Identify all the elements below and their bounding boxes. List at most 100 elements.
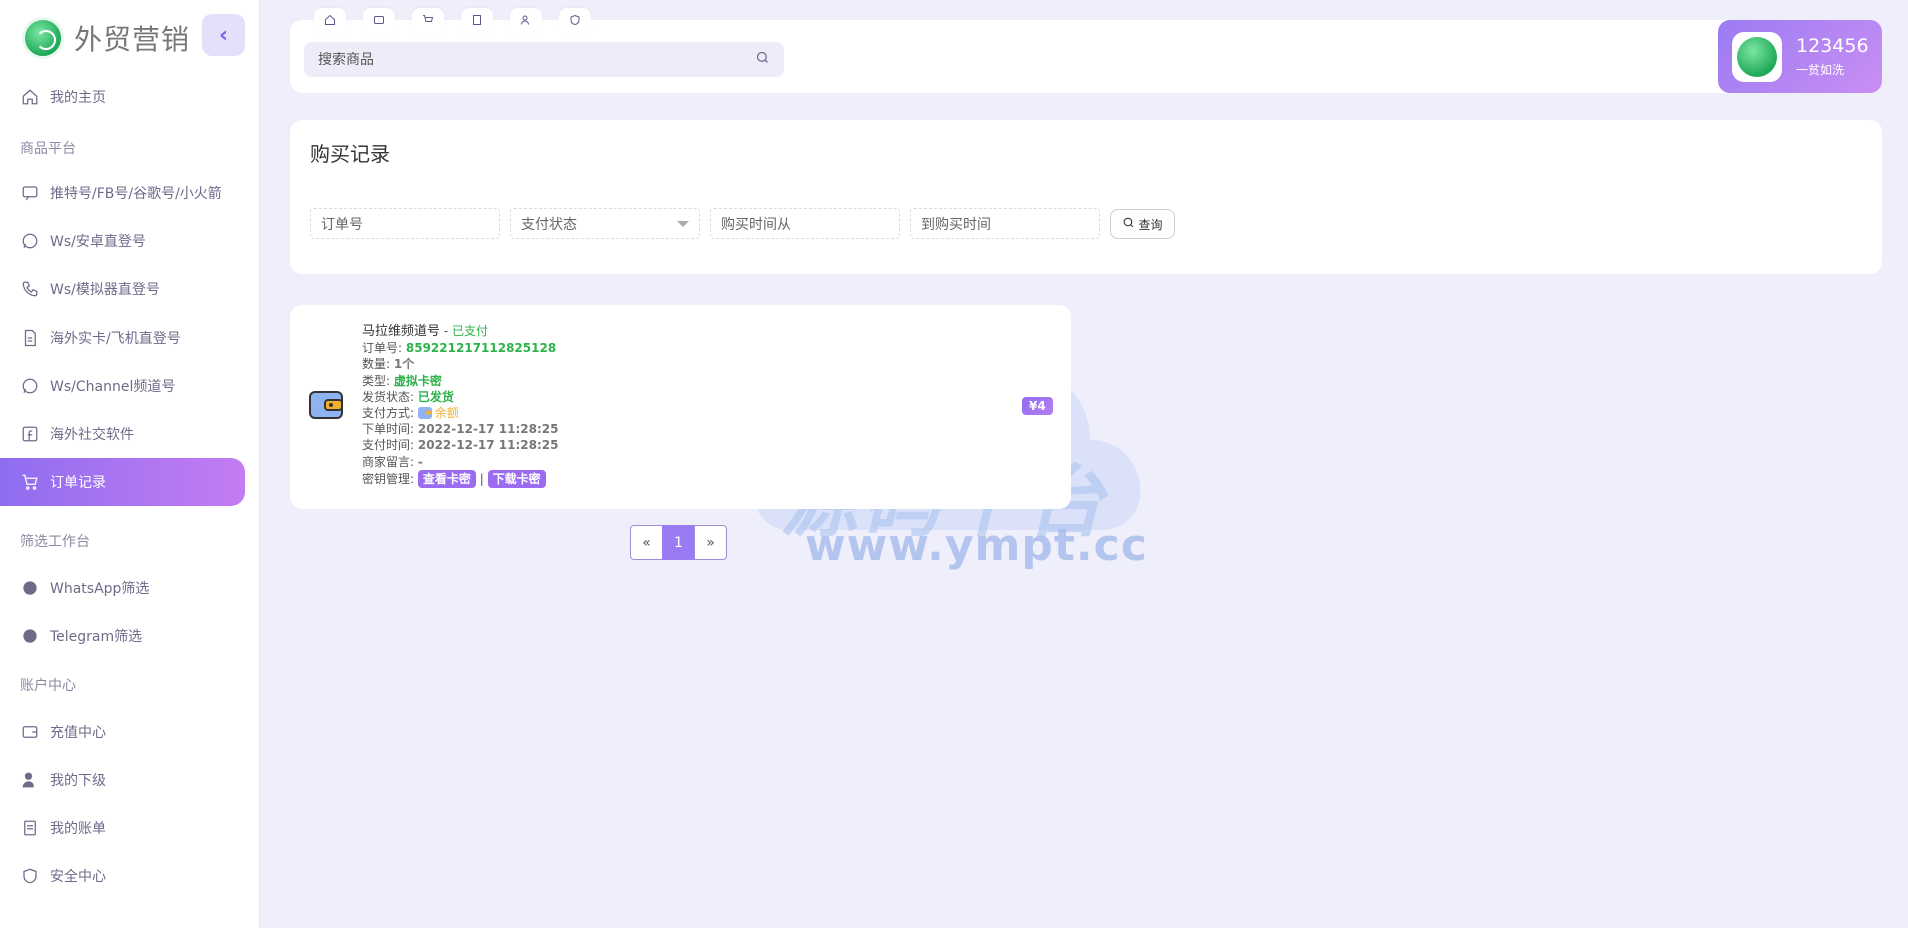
search-icon xyxy=(1122,216,1138,232)
whatsapp-icon xyxy=(20,376,40,396)
sidebar-item-recharge[interactable]: 充值中心 xyxy=(0,708,245,756)
order-card: 马拉维频道号 - 已支付 订单号: 859221217112825128 数量:… xyxy=(290,305,1071,509)
sidebar-item-label: 我的主页 xyxy=(50,90,106,106)
order-no-label: 订单号: xyxy=(362,341,403,356)
product-name: 马拉维频道号 xyxy=(362,324,441,339)
wallet-icon xyxy=(373,11,385,30)
section-account-center: 账户中心 xyxy=(20,678,76,694)
records-card: 购买记录 订单号 支付状态 购买时间从 到购买时间 查询 xyxy=(290,120,1882,274)
pay-method: 余额 xyxy=(434,406,459,421)
home-icon xyxy=(324,11,336,30)
whatsapp-icon xyxy=(20,231,40,251)
logo-icon xyxy=(22,17,64,59)
sidebar-item-security[interactable]: 安全中心 xyxy=(0,852,245,900)
ship-status: 已发货 xyxy=(417,389,454,404)
collapse-sidebar-button[interactable]: ‹ xyxy=(202,14,245,56)
sidebar-item-label: Ws/安卓直登号 xyxy=(50,234,146,250)
separator: - xyxy=(440,324,452,338)
message-icon xyxy=(20,183,40,203)
quick-tab-document[interactable] xyxy=(461,8,493,32)
sidebar-item-ws-android[interactable]: Ws/安卓直登号 xyxy=(0,217,245,265)
search-input[interactable] xyxy=(318,51,755,68)
sidebar: 外贸营销 ‹ 我的主页 商品平台 推特号/FB号/谷歌号/小火箭 Ws/安卓直登… xyxy=(0,0,260,928)
user-star-icon xyxy=(20,770,40,790)
status-badge: 已支付 xyxy=(451,324,488,338)
facebook-icon xyxy=(20,424,40,444)
sidebar-item-subordinates[interactable]: 我的下级 xyxy=(0,756,245,804)
query-label: 查询 xyxy=(1138,217,1163,232)
ship-label: 发货状态: xyxy=(362,389,415,404)
quick-tab-user[interactable] xyxy=(510,8,542,32)
sidebar-item-label: 海外社交软件 xyxy=(50,427,134,443)
sidebar-item-orders[interactable]: 订单记录 xyxy=(0,458,245,506)
pay-time-label: 支付时间: xyxy=(362,438,415,453)
search-bar xyxy=(304,42,784,77)
page-title: 购买记录 xyxy=(310,142,390,166)
brand[interactable]: 外贸营销 xyxy=(22,16,190,60)
avatar xyxy=(1732,31,1782,82)
sidebar-item-label: 海外实卡/飞机直登号 xyxy=(50,331,181,347)
pagination: « 1 » xyxy=(630,525,727,560)
next-page-button[interactable]: » xyxy=(694,525,727,560)
pipe-separator: | xyxy=(479,471,484,486)
price-badge: ¥4 xyxy=(1022,397,1053,415)
quick-tab-wallet[interactable] xyxy=(363,8,395,32)
user-star-icon xyxy=(520,11,532,30)
wallet-icon xyxy=(20,722,40,742)
quick-tab-shield[interactable] xyxy=(559,8,591,32)
sidebar-item-label: 安全中心 xyxy=(50,869,106,885)
view-key-button[interactable]: 查看卡密 xyxy=(417,469,476,488)
prev-page-button[interactable]: « xyxy=(630,525,663,560)
sidebar-item-social-software[interactable]: 海外社交软件 xyxy=(0,410,245,458)
watermark-url: www.ympt.cc xyxy=(805,520,1148,571)
note: - xyxy=(417,454,423,469)
sidebar-item-sim-cards[interactable]: 海外实卡/飞机直登号 xyxy=(0,314,245,362)
sidebar-item-whatsapp-filter[interactable]: WhatsApp筛选 xyxy=(0,564,245,612)
sidebar-item-social-accounts[interactable]: 推特号/FB号/谷歌号/小火箭 xyxy=(0,169,245,217)
user-card[interactable]: 123456 一贫如洗 xyxy=(1718,20,1882,93)
cart-icon xyxy=(422,11,434,30)
note-label: 商家留言: xyxy=(362,454,415,469)
shield-icon xyxy=(20,866,40,886)
sidebar-item-ws-emulator[interactable]: Ws/模拟器直登号 xyxy=(0,265,245,313)
sidebar-item-telegram-filter[interactable]: Telegram筛选 xyxy=(0,612,245,660)
type-label: 类型: xyxy=(362,373,391,388)
download-key-button[interactable]: 下载卡密 xyxy=(487,469,546,488)
pay-method-label: 支付方式: xyxy=(362,406,415,421)
quick-tab-home[interactable] xyxy=(314,8,346,32)
wallet-icon xyxy=(309,391,343,419)
order-time: 2022-12-17 11:28:25 xyxy=(417,422,559,437)
pay-time: 2022-12-17 11:28:25 xyxy=(417,438,559,453)
section-products: 商品平台 xyxy=(20,141,76,157)
search-icon[interactable] xyxy=(755,50,770,69)
query-button[interactable]: 查询 xyxy=(1110,209,1175,239)
chevron-left-icon: ‹ xyxy=(218,22,229,48)
whatsapp-icon xyxy=(20,578,40,598)
type: 虚拟卡密 xyxy=(393,373,442,388)
time-from-input[interactable]: 购买时间从 xyxy=(710,208,900,239)
order-number-input[interactable]: 订单号 xyxy=(310,208,500,239)
quick-tab-cart[interactable] xyxy=(412,8,444,32)
bill-icon xyxy=(20,818,40,838)
shield-icon xyxy=(569,11,581,30)
user-motto: 一贫如洗 xyxy=(1796,63,1845,77)
quick-tabs xyxy=(314,8,591,32)
qty-label: 数量: xyxy=(362,357,391,372)
qty: 1个 xyxy=(393,357,415,372)
sidebar-item-bills[interactable]: 我的账单 xyxy=(0,804,245,852)
home-icon xyxy=(20,87,40,107)
sidebar-item-ws-channel[interactable]: Ws/Channel频道号 xyxy=(0,362,245,410)
sidebar-item-label: 充值中心 xyxy=(50,725,106,741)
sidebar-item-label: 我的下级 xyxy=(50,773,106,789)
page-button-1[interactable]: 1 xyxy=(662,525,695,560)
user-name: 123456 xyxy=(1796,35,1869,57)
chevron-down-icon xyxy=(677,221,689,227)
sidebar-item-label: 我的账单 xyxy=(50,821,106,837)
sidebar-item-label: Ws/模拟器直登号 xyxy=(50,282,160,298)
document-icon xyxy=(20,328,40,348)
pay-status-select[interactable]: 支付状态 xyxy=(510,208,700,239)
sidebar-item-home[interactable]: 我的主页 xyxy=(0,73,245,121)
section-filter-workbench: 筛选工作台 xyxy=(20,534,90,550)
time-to-input[interactable]: 到购买时间 xyxy=(910,208,1100,239)
key-label: 密钥管理: xyxy=(362,471,415,486)
